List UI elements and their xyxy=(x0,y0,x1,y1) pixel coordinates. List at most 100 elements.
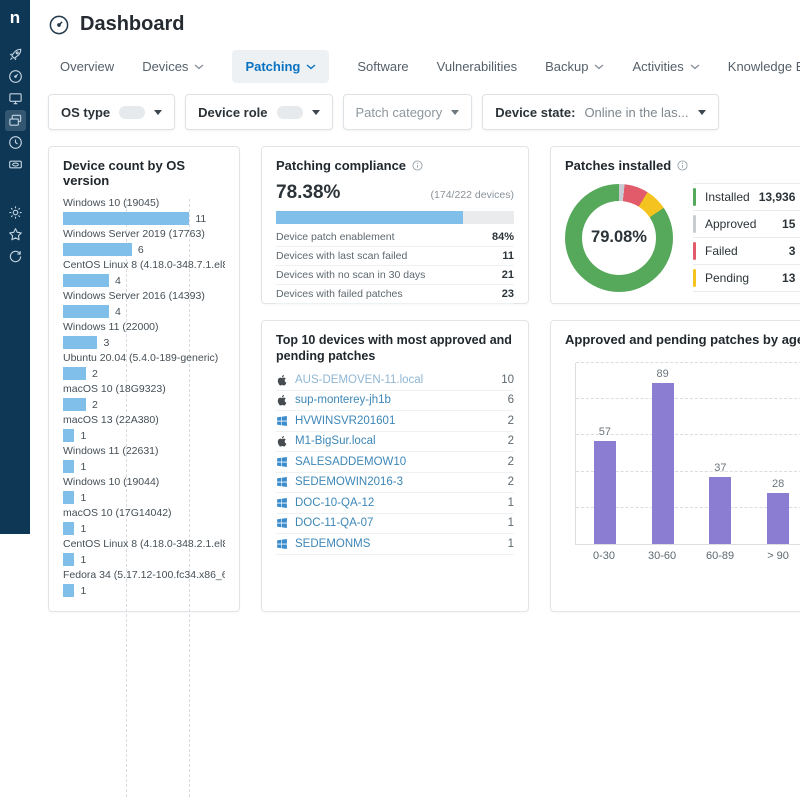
os-bar-label: CentOS Linux 8 (4.18.0-348.2.1.el8_5.x86… xyxy=(63,538,225,550)
tab-label: Software xyxy=(357,59,409,74)
legend-value: 13 xyxy=(782,271,796,285)
device-row: SEDEMOWIN2016-3 2 xyxy=(276,473,514,493)
stat-value: 23 xyxy=(501,288,514,300)
os-bar-row: macOS 10 (17G14042) 1 xyxy=(63,507,225,535)
age-bar[interactable] xyxy=(593,440,616,544)
device-link[interactable]: sup-monterey-jh1b xyxy=(295,394,391,406)
os-bar[interactable] xyxy=(63,429,75,442)
dashboard-grid: Patching compliance 78.38% (174/222 devi… xyxy=(48,146,800,797)
monitor-icon[interactable] xyxy=(5,88,26,109)
legend-row[interactable]: Installed 13,936 › xyxy=(693,184,800,211)
os-bar-label: Windows 11 (22000) xyxy=(63,321,159,333)
os-bar-value: 3 xyxy=(103,336,110,349)
legend-label: Approved xyxy=(705,217,757,231)
dropdown-caret-icon xyxy=(311,109,320,115)
device-link[interactable]: DOC-10-QA-12 xyxy=(295,497,374,509)
legend-label: Failed xyxy=(705,244,738,258)
os-bar-label: Windows Server 2019 (17763) xyxy=(63,228,205,240)
device-value: 2 xyxy=(507,435,514,448)
multi-device-icon[interactable] xyxy=(4,110,26,131)
os-bar-line: 11 xyxy=(63,212,225,225)
legend-row[interactable]: Pending 13 › xyxy=(693,265,800,292)
age-x-label: 0-30 xyxy=(592,550,616,562)
os-bar-line: 1 xyxy=(63,460,225,473)
rocket-icon[interactable] xyxy=(5,44,26,65)
os-bar[interactable] xyxy=(63,491,75,504)
tab[interactable]: Backup xyxy=(545,50,604,83)
server-icon[interactable] xyxy=(5,154,26,175)
card-title-row: Patching compliance xyxy=(276,158,514,173)
age-bar[interactable] xyxy=(651,382,674,544)
compliance-stat-row[interactable]: Devices with failed patches 23 xyxy=(276,285,514,304)
compliance-progress xyxy=(276,211,514,224)
os-bar-row: Fedora 34 (5.17.12-100.fc34.x86_64) 1 xyxy=(63,569,225,597)
tab[interactable]: Devices xyxy=(142,50,204,83)
compliance-stat-row[interactable]: Devices with no scan in 30 days 21 xyxy=(276,266,514,285)
os-bar-line: 2 xyxy=(63,367,225,380)
tab[interactable]: Activities xyxy=(632,50,700,83)
legend-label: Installed xyxy=(705,190,750,204)
device-link[interactable]: SALESADDEMOW10 xyxy=(295,456,406,468)
os-version-title: Device count by OS version xyxy=(63,158,186,188)
apple-icon xyxy=(277,395,287,406)
os-bar[interactable] xyxy=(63,274,109,287)
gear-icon[interactable] xyxy=(5,202,26,223)
tab[interactable]: Vulnerabilities xyxy=(437,50,517,83)
legend-color-bar xyxy=(693,188,696,206)
age-bar-column: 57 xyxy=(593,363,616,544)
os-bar[interactable] xyxy=(63,553,75,566)
os-bar[interactable] xyxy=(63,398,86,411)
device-link[interactable]: M1-BigSur.local xyxy=(295,435,376,447)
compliance-summary: 78.38% (174/222 devices) xyxy=(276,182,514,204)
info-icon[interactable] xyxy=(677,160,688,171)
compliance-stat-row[interactable]: Devices with last scan failed 11 xyxy=(276,247,514,266)
os-bar-row: Windows Server 2016 (14393) 4 xyxy=(63,290,225,318)
tab-label: Backup xyxy=(545,59,589,74)
device-link[interactable]: AUS-DEMOVEN-11.local xyxy=(295,374,423,386)
device-link[interactable]: SEDEMONMS xyxy=(295,538,370,550)
info-icon[interactable] xyxy=(412,160,423,171)
age-bar-value: 57 xyxy=(598,425,611,438)
os-bar-row: Windows 10 (19044) 1 xyxy=(63,476,225,504)
os-bar-row: macOS 10 (18G9323) 2 xyxy=(63,383,225,411)
gauge-icon[interactable] xyxy=(5,66,26,87)
star-icon[interactable] xyxy=(5,224,26,245)
app-logo[interactable]: n xyxy=(10,8,20,28)
os-bar[interactable] xyxy=(63,212,190,225)
stat-value: 21 xyxy=(501,269,514,281)
tab[interactable]: Overview xyxy=(60,50,114,83)
toggle-pill[interactable] xyxy=(119,105,146,119)
os-bar[interactable] xyxy=(63,336,98,349)
compliance-stat-row[interactable]: Device patch enablement 84% xyxy=(276,228,514,247)
device-link[interactable]: DOC-11-QA-07 xyxy=(295,517,373,529)
tab[interactable]: Patching xyxy=(232,50,330,83)
device-link[interactable]: HVWINSVR201601 xyxy=(295,415,395,427)
legend-row[interactable]: Failed 3 › xyxy=(693,238,800,265)
tab-label: Vulnerabilities xyxy=(436,59,518,74)
tab[interactable]: Software xyxy=(357,50,408,83)
os-bar[interactable] xyxy=(63,522,75,535)
filter-dropdown[interactable]: Device state: Online in the las... xyxy=(482,94,719,130)
os-bar-row: CentOS Linux 8 (4.18.0-348.7.1.el8_5.x86… xyxy=(63,259,225,287)
patches-donut[interactable]: 79.08% xyxy=(565,183,673,292)
history-icon[interactable] xyxy=(5,246,26,267)
os-bar[interactable] xyxy=(63,584,75,597)
clock-icon[interactable] xyxy=(5,132,26,153)
os-bar-row: Windows 11 (22631) 1 xyxy=(63,445,225,473)
device-link[interactable]: SEDEMOWIN2016-3 xyxy=(295,476,403,488)
filter-dropdown[interactable]: Patch category xyxy=(342,94,473,130)
os-bar[interactable] xyxy=(63,367,86,380)
os-bar[interactable] xyxy=(63,243,132,256)
toggle-pill[interactable] xyxy=(276,105,303,119)
filter-dropdown[interactable]: Device role xyxy=(185,94,333,130)
legend-row[interactable]: Approved 15 › xyxy=(693,211,800,238)
tab[interactable]: Knowledge Base xyxy=(728,50,800,83)
os-bar[interactable] xyxy=(63,305,109,318)
filter-dropdown[interactable]: OS type xyxy=(48,94,176,130)
os-bar[interactable] xyxy=(63,460,75,473)
device-value: 1 xyxy=(507,496,514,509)
windows-icon xyxy=(277,538,287,549)
main-content: Dashboard Overview Devices Patching Soft… xyxy=(30,0,800,797)
stat-value: 11 xyxy=(502,250,514,262)
age-bar[interactable] xyxy=(767,493,790,544)
